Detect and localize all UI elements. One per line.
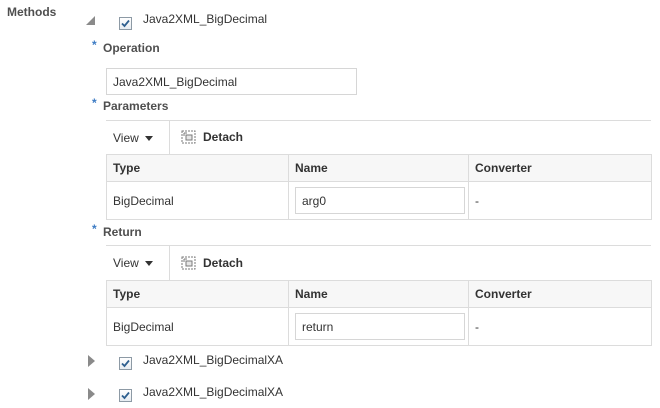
method-name-1: Java2XML_BigDecimal — [143, 12, 268, 26]
toolbar-separator — [169, 246, 170, 280]
column-header-name[interactable]: Name — [288, 280, 469, 308]
return-label: Return — [103, 225, 142, 239]
parameters-view-menu[interactable]: View — [113, 131, 153, 145]
view-menu-label: View — [113, 131, 139, 145]
checkmark-icon — [121, 19, 130, 28]
detach-label: Detach — [203, 256, 244, 270]
table-header-row: Type Name Converter — [106, 280, 652, 308]
chevron-down-icon — [144, 260, 153, 266]
type-cell: BigDecimal — [106, 181, 289, 220]
method-checkbox-3[interactable] — [119, 389, 132, 402]
detach-icon — [181, 256, 196, 270]
method-checkbox-2[interactable] — [119, 357, 132, 370]
methods-section-label: Methods — [7, 5, 57, 19]
table-header-row: Type Name Converter — [106, 154, 652, 182]
toolbar-separator — [169, 121, 170, 155]
required-indicator: * — [92, 96, 97, 110]
detach-icon — [181, 130, 196, 144]
required-indicator: * — [92, 222, 97, 236]
name-cell: return — [288, 307, 469, 346]
toolbar-divider — [106, 120, 651, 121]
table-row[interactable]: BigDecimal arg0 - — [106, 181, 652, 220]
operation-label: Operation — [103, 41, 160, 55]
method-name-3: Java2XML_BigDecimalXA — [143, 385, 284, 399]
view-menu-label: View — [113, 256, 139, 270]
name-cell: arg0 — [288, 181, 469, 220]
parameter-name-input[interactable]: arg0 — [295, 187, 465, 214]
parameters-label: Parameters — [103, 99, 169, 113]
required-indicator: * — [92, 38, 97, 52]
expand-icon[interactable] — [88, 388, 95, 400]
column-header-type[interactable]: Type — [106, 280, 289, 308]
parameters-table: Type Name Converter BigDecimal arg0 - — [106, 154, 652, 220]
chevron-down-icon — [144, 135, 153, 141]
column-header-converter[interactable]: Converter — [468, 280, 652, 308]
method-name-2: Java2XML_BigDecimalXA — [143, 353, 284, 367]
operation-input-value: Java2XML_BigDecimal — [113, 74, 238, 89]
column-header-converter[interactable]: Converter — [468, 154, 652, 182]
toolbar-divider — [106, 245, 651, 246]
method-checkbox-1[interactable] — [119, 17, 132, 30]
parameters-detach-button[interactable]: Detach — [181, 129, 243, 145]
return-view-menu[interactable]: View — [113, 256, 153, 270]
collapse-icon[interactable] — [86, 16, 95, 25]
column-header-type[interactable]: Type — [106, 154, 289, 182]
column-header-name[interactable]: Name — [288, 154, 469, 182]
converter-cell: - — [468, 181, 652, 220]
return-table: Type Name Converter BigDecimal return - — [106, 280, 652, 346]
operation-input[interactable]: Java2XML_BigDecimal — [106, 68, 357, 95]
type-cell: BigDecimal — [106, 307, 289, 346]
checkmark-icon — [121, 391, 130, 400]
detach-label: Detach — [203, 130, 244, 144]
return-name-input[interactable]: return — [295, 313, 465, 340]
return-detach-button[interactable]: Detach — [181, 255, 243, 271]
checkmark-icon — [121, 359, 130, 368]
expand-icon[interactable] — [88, 355, 95, 367]
table-row[interactable]: BigDecimal return - — [106, 307, 652, 346]
parameter-name-value: arg0 — [302, 193, 327, 208]
converter-cell: - — [468, 307, 652, 346]
return-name-value: return — [302, 319, 334, 334]
